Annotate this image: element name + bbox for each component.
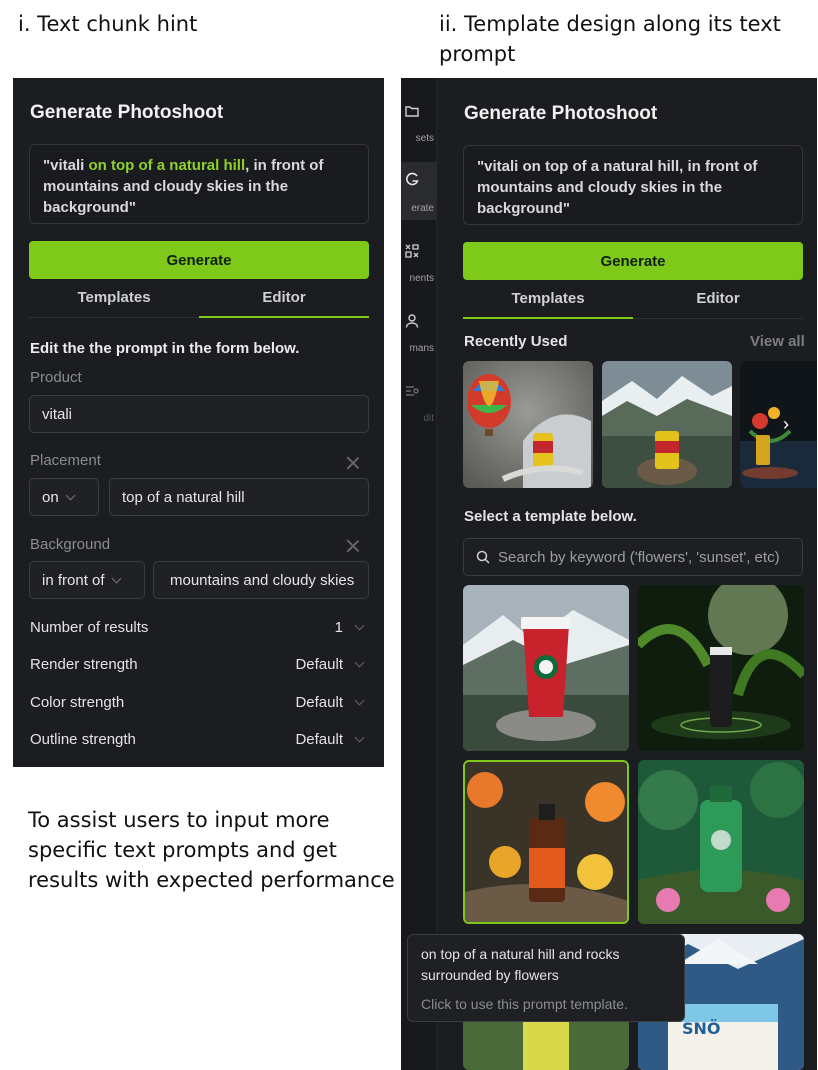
chevron-down-icon bbox=[65, 490, 76, 500]
recent-template-thumb[interactable] bbox=[463, 361, 593, 488]
tab-templates[interactable]: Templates bbox=[463, 286, 633, 319]
background-label: Background bbox=[30, 536, 111, 553]
right-templates-panel: sets erate nents mans dit Generate Photo… bbox=[401, 78, 817, 1070]
sidebar-label: dit bbox=[423, 413, 434, 424]
human-icon bbox=[405, 314, 419, 328]
sidebar-label: mans bbox=[409, 343, 434, 354]
generate-button[interactable]: Generate bbox=[463, 242, 803, 280]
option-label: Number of results bbox=[30, 619, 149, 636]
template-thumb[interactable] bbox=[638, 585, 804, 751]
background-value: mountains and cloudy skies bbox=[170, 571, 355, 589]
option-value[interactable]: 1 bbox=[293, 619, 343, 636]
placement-select[interactable]: on bbox=[29, 478, 99, 516]
sidebar-label: nents bbox=[409, 273, 434, 284]
recent-template-thumb[interactable] bbox=[602, 361, 732, 488]
chevron-down-icon bbox=[111, 573, 121, 583]
panel-title: Generate Photoshoot bbox=[464, 103, 658, 124]
panel-title: Generate Photoshoot bbox=[30, 102, 224, 123]
generate-icon bbox=[406, 172, 419, 186]
tab-editor[interactable]: Editor bbox=[199, 285, 369, 318]
prompt-part: "vitali bbox=[43, 157, 89, 174]
tab-bar: Templates Editor bbox=[463, 286, 803, 319]
sidebar-item-elements[interactable]: nents bbox=[401, 234, 437, 290]
search-icon bbox=[476, 550, 490, 564]
chevron-right-icon[interactable]: › bbox=[773, 411, 799, 437]
sidebar-item-edit[interactable]: dit bbox=[401, 374, 437, 430]
prompt-template-tooltip[interactable]: on top of a natural hill and rocks surro… bbox=[407, 934, 685, 1022]
placement-input[interactable]: top of a natural hill bbox=[109, 478, 369, 516]
sidebar-item-assets[interactable]: sets bbox=[401, 94, 437, 150]
background-select-value: in front of bbox=[42, 571, 105, 589]
search-placeholder: Search by keyword ('flowers', 'sunset', … bbox=[498, 548, 780, 566]
placement-select-value: on bbox=[42, 488, 59, 506]
tab-bar: Templates Editor bbox=[29, 285, 369, 318]
left-editor-panel: Generate Photoshoot "vitali on top of a … bbox=[13, 78, 384, 767]
view-all-link[interactable]: View all bbox=[750, 333, 805, 350]
prompt-preview[interactable]: "vitali on top of a natural hill, in fro… bbox=[463, 145, 803, 225]
assist-description: To assist users to input more specific t… bbox=[28, 808, 395, 892]
placement-label: Placement bbox=[30, 452, 101, 469]
close-icon[interactable] bbox=[346, 539, 360, 553]
sidebar-label: sets bbox=[415, 133, 434, 144]
tab-templates[interactable]: Templates bbox=[29, 285, 199, 317]
recently-used-heading: Recently Used bbox=[464, 333, 568, 350]
sidebar-item-generate[interactable]: erate bbox=[401, 162, 437, 220]
template-thumb[interactable] bbox=[463, 585, 629, 751]
product-value: vitali bbox=[42, 405, 73, 423]
option-label: Outline strength bbox=[30, 731, 136, 748]
caption-template-design: ii. Template design along its text promp… bbox=[439, 12, 781, 66]
svg-text:SNÖ: SNÖ bbox=[682, 1019, 721, 1038]
product-label: Product bbox=[30, 369, 82, 386]
select-template-heading: Select a template below. bbox=[464, 508, 637, 525]
template-thumb-selected[interactable] bbox=[463, 760, 629, 924]
option-label: Color strength bbox=[30, 694, 125, 711]
prompt-preview[interactable]: "vitali on top of a natural hill, in fro… bbox=[29, 144, 369, 224]
search-input[interactable]: Search by keyword ('flowers', 'sunset', … bbox=[463, 538, 803, 576]
chevron-down-icon[interactable] bbox=[354, 732, 365, 743]
elements-icon bbox=[405, 244, 419, 258]
edit-heading: Edit the the prompt in the form below. bbox=[30, 340, 300, 357]
sidebar-label: erate bbox=[411, 203, 434, 214]
background-input[interactable]: mountains and cloudy skies bbox=[153, 561, 369, 599]
option-value[interactable]: Default bbox=[263, 694, 343, 711]
product-input[interactable]: vitali bbox=[29, 395, 369, 433]
option-value[interactable]: Default bbox=[263, 731, 343, 748]
chevron-down-icon[interactable] bbox=[354, 657, 365, 668]
placement-value: top of a natural hill bbox=[122, 488, 245, 506]
template-thumb[interactable] bbox=[638, 760, 804, 924]
tooltip-subtext: Click to use this prompt template. bbox=[421, 996, 628, 1012]
folder-icon bbox=[405, 106, 419, 117]
tooltip-text: on top of a natural hill and rocks surro… bbox=[421, 946, 620, 983]
edit-icon bbox=[406, 386, 419, 396]
chevron-down-icon[interactable] bbox=[354, 695, 365, 706]
option-label: Render strength bbox=[30, 656, 138, 673]
sidebar-item-humans[interactable]: mans bbox=[401, 304, 437, 360]
background-select[interactable]: in front of bbox=[29, 561, 145, 599]
generate-button[interactable]: Generate bbox=[29, 241, 369, 279]
sidebar: sets erate nents mans dit bbox=[401, 78, 437, 1070]
chevron-down-icon[interactable] bbox=[354, 620, 365, 631]
prompt-highlight-chunk[interactable]: on top of a natural hill bbox=[88, 157, 245, 174]
tab-editor[interactable]: Editor bbox=[633, 286, 803, 318]
caption-text-chunk-hint: i. Text chunk hint bbox=[18, 12, 198, 36]
close-icon[interactable] bbox=[346, 456, 360, 470]
option-value[interactable]: Default bbox=[263, 656, 343, 673]
